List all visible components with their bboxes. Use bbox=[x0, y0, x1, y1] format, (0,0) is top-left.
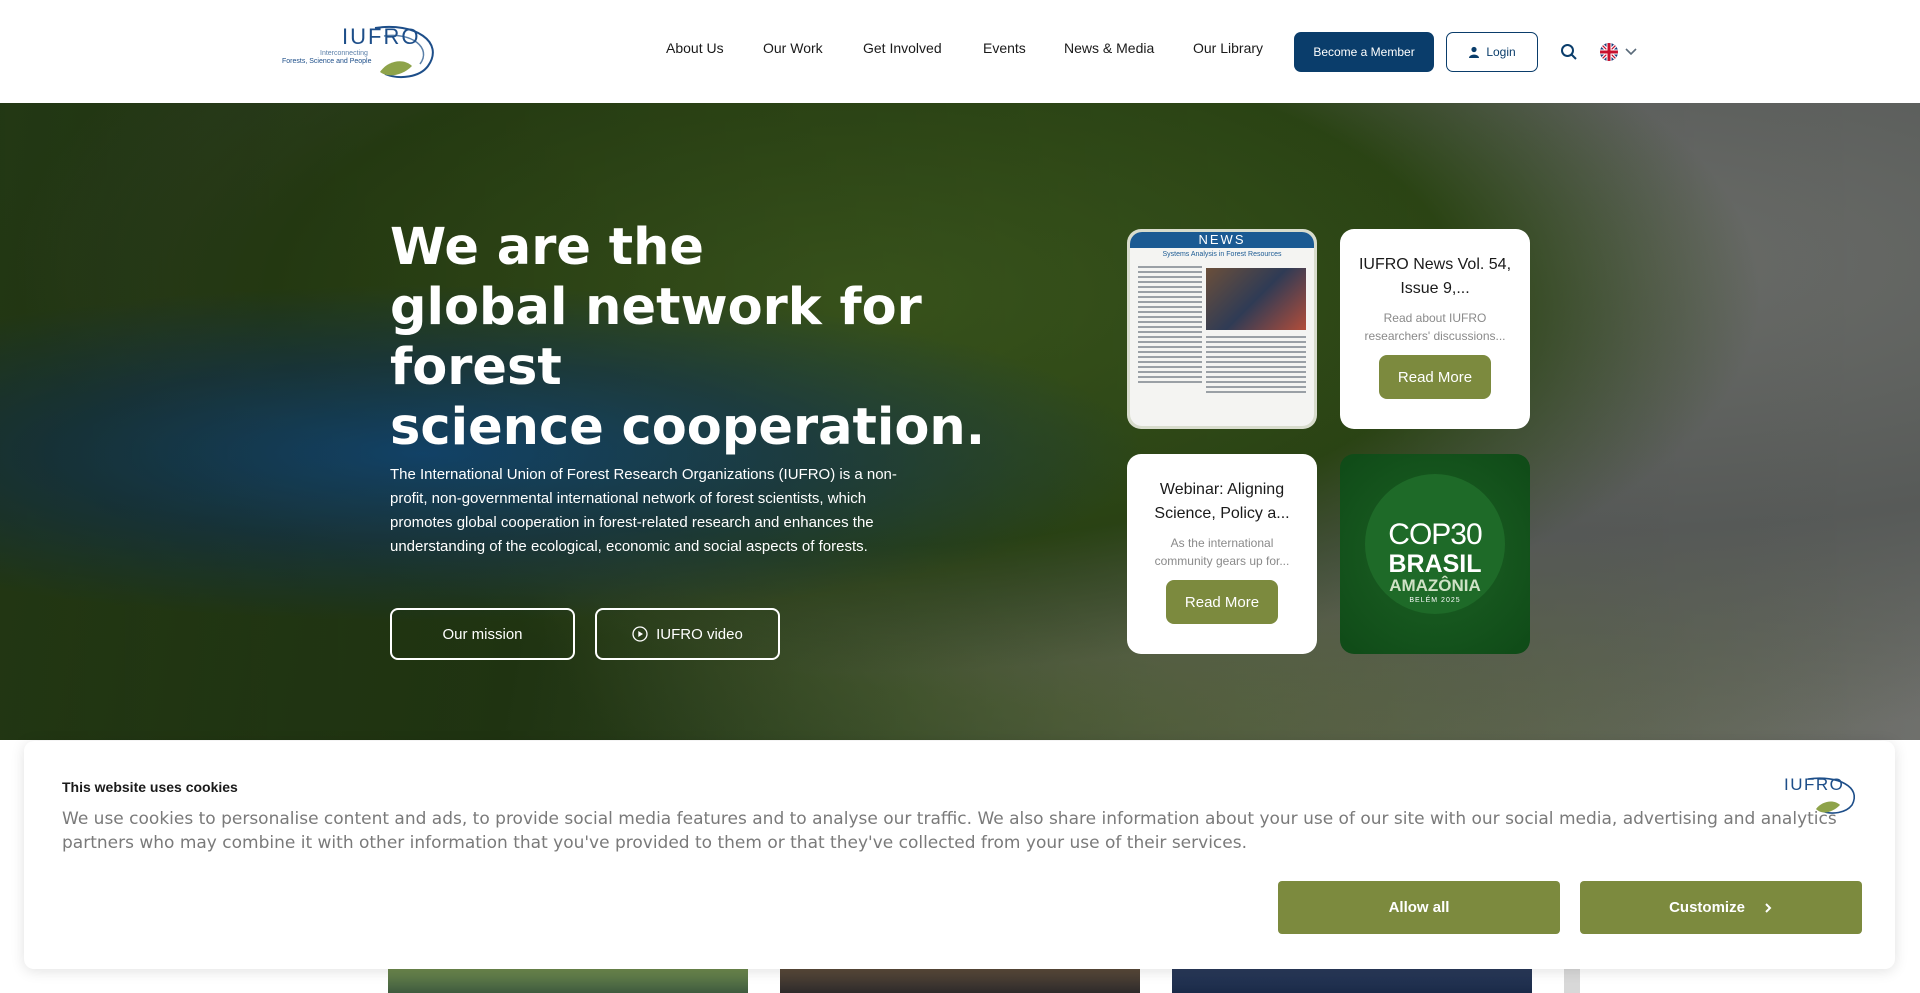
nav-events[interactable]: Events bbox=[983, 40, 1026, 56]
hero-section: We are the global network for forest sci… bbox=[0, 103, 1920, 740]
cookie-title: This website uses cookies bbox=[62, 779, 238, 795]
customize-button[interactable]: Customize bbox=[1580, 881, 1862, 934]
logo-name: IUFRO bbox=[342, 24, 421, 49]
webinar-card[interactable]: Webinar: Aligning Science, Policy a... A… bbox=[1127, 454, 1317, 654]
newsletter-cover: NEWS Systems Analysis in Forest Resource… bbox=[1130, 232, 1314, 426]
hero-title-line-1: We are the bbox=[390, 218, 704, 277]
chevron-down-icon[interactable] bbox=[1624, 46, 1638, 58]
cop30-line-3: AMAZÔNIA bbox=[1389, 576, 1481, 595]
play-icon bbox=[632, 626, 648, 642]
thumbnail-2[interactable] bbox=[780, 969, 1140, 993]
thumbnail-3[interactable] bbox=[1172, 969, 1532, 993]
customize-label: Customize bbox=[1669, 899, 1745, 916]
news-card[interactable]: IUFRO News Vol. 54, Issue 9,... Read abo… bbox=[1340, 229, 1530, 429]
our-mission-label: Our mission bbox=[442, 625, 523, 643]
nav-our-library[interactable]: Our Library bbox=[1193, 40, 1263, 56]
allow-all-button[interactable]: Allow all bbox=[1278, 881, 1560, 934]
nav-news-media[interactable]: News & Media bbox=[1064, 40, 1154, 56]
site-header: IUFRO Interconnecting Forests, Science a… bbox=[0, 0, 1920, 103]
cop30-line-4: BELÉM 2025 bbox=[1409, 597, 1461, 604]
iufro-logo[interactable]: IUFRO Interconnecting Forests, Science a… bbox=[280, 22, 450, 80]
become-member-button[interactable]: Become a Member bbox=[1294, 32, 1434, 72]
cookie-banner: This website uses cookies We use cookies… bbox=[24, 741, 1895, 969]
cookie-iufro-logo: IUFRO bbox=[1736, 773, 1866, 817]
iufro-video-button[interactable]: IUFRO video bbox=[595, 608, 780, 660]
logo-tagline-1: Interconnecting bbox=[320, 50, 368, 57]
cookie-text: We use cookies to personalise content an… bbox=[62, 809, 1837, 853]
newsletter-text-lines-2 bbox=[1206, 336, 1306, 396]
our-mission-button[interactable]: Our mission bbox=[390, 608, 575, 660]
news-read-more-button[interactable]: Read More bbox=[1379, 355, 1491, 399]
login-button[interactable]: Login bbox=[1446, 32, 1538, 72]
uk-flag-icon[interactable] bbox=[1600, 43, 1618, 61]
cop30-line-2: BRASIL bbox=[1388, 550, 1482, 578]
cookie-logo-name: IUFRO bbox=[1784, 775, 1845, 794]
news-image-card[interactable]: NEWS Systems Analysis in Forest Resource… bbox=[1127, 229, 1317, 429]
webinar-read-more-button[interactable]: Read More bbox=[1166, 580, 1278, 624]
hero-title-line-3: science cooperation. bbox=[390, 398, 986, 457]
search-icon[interactable] bbox=[1560, 43, 1578, 61]
news-card-text: Read about IUFRO researchers' discussion… bbox=[1364, 311, 1506, 343]
nav-about-us[interactable]: About Us bbox=[666, 40, 724, 56]
newsletter-text-lines bbox=[1138, 266, 1202, 386]
user-icon bbox=[1469, 46, 1480, 58]
nav-our-work[interactable]: Our Work bbox=[763, 40, 823, 56]
chevron-right-icon bbox=[1765, 902, 1772, 913]
cop30-card[interactable]: COP30 BRASIL AMAZÔNIA BELÉM 2025 bbox=[1340, 454, 1530, 654]
logo-tagline-2: Forests, Science and People bbox=[282, 58, 372, 65]
hero-description: The International Union of Forest Resear… bbox=[390, 466, 897, 555]
newsletter-photo bbox=[1206, 268, 1306, 330]
thumbnail-1[interactable] bbox=[388, 969, 748, 993]
newsletter-subheading: Systems Analysis in Forest Resources bbox=[1162, 251, 1282, 258]
cop30-line-1: COP30 bbox=[1388, 518, 1482, 551]
webinar-card-title: Webinar: Aligning Science, Policy a... bbox=[1154, 481, 1290, 522]
iufro-video-label: IUFRO video bbox=[656, 625, 743, 643]
thumbnail-4[interactable] bbox=[1564, 969, 1580, 993]
hero-title-line-2: global network for forest bbox=[390, 278, 922, 397]
login-label: Login bbox=[1486, 45, 1516, 59]
hero-title: We are the global network for forest sci… bbox=[390, 218, 1030, 458]
nav-get-involved[interactable]: Get Involved bbox=[863, 40, 942, 56]
news-card-title: IUFRO News Vol. 54, Issue 9,... bbox=[1358, 256, 1512, 297]
webinar-card-text: As the international community gears up … bbox=[1154, 536, 1290, 568]
newsletter-heading: NEWS bbox=[1130, 232, 1314, 248]
